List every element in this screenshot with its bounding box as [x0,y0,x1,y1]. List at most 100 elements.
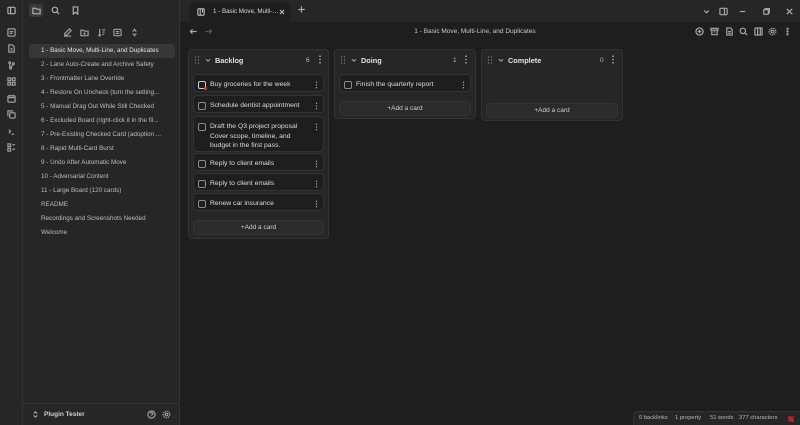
file-item[interactable]: 1 - Basic Move, Multi-Line, and Duplicat… [29,44,175,58]
vault-name[interactable]: Plugin Tester [44,411,85,418]
lane-header: Complete 0 [482,50,622,70]
card-menu-icon[interactable] [314,81,319,91]
lane-doing: Doing 1 Finish the quarterly report +Add… [334,49,476,119]
settings-gear-icon[interactable] [161,409,172,420]
chevron-down-icon[interactable] [350,56,358,66]
kanban-card[interactable]: Draft the Q3 project proposal Cover scop… [193,116,324,152]
lane-title[interactable]: Complete [508,56,541,65]
lane-header: Doing 1 [335,50,475,70]
chevron-down-icon[interactable] [204,56,212,66]
card-menu-icon[interactable] [314,123,319,133]
copy-icon[interactable] [6,109,17,120]
file-item[interactable]: 2 - Lane Auto-Create and Archive Safety [29,58,175,72]
calendar-icon[interactable] [6,93,17,104]
card-checkbox[interactable] [198,200,206,208]
file-item[interactable]: 5 - Manual Drag Out While Still Checked [29,100,175,114]
properties-count[interactable]: 1 property [675,415,701,421]
expand-icon[interactable] [129,27,140,38]
bookmark-icon[interactable] [68,4,82,17]
close-window-icon[interactable] [783,5,795,17]
kanban-card[interactable]: Schedule dentist appointment [193,95,324,113]
branch-icon[interactable] [6,60,17,71]
lane-menu-icon[interactable] [463,55,469,66]
lane-backlog: Backlog 6 Buy groceries for the week Sch… [188,49,329,239]
card-menu-icon[interactable] [314,160,319,170]
folder-icon[interactable] [29,4,43,17]
card-checkbox[interactable] [198,123,206,131]
card-text: Reply to client emails [210,180,275,187]
backlinks-count[interactable]: 0 backlinks [639,415,668,421]
lane-menu-icon[interactable] [317,55,323,66]
kanban-card[interactable]: Renew car insurance [193,193,324,211]
notes-icon[interactable] [6,43,17,54]
chevron-up-down-icon[interactable] [31,410,40,421]
drag-handle-icon[interactable] [487,56,493,64]
add-card-button[interactable]: +Add a card [193,220,324,235]
card-menu-icon[interactable] [314,180,319,190]
search-icon[interactable] [48,4,62,17]
sync-status-icon[interactable] [787,415,795,425]
tab-active[interactable]: 1 - Basic Move, Multi-Line, and Duplicat… [190,3,290,22]
file-item[interactable]: 7 - Pre-Existing Checked Card (adoption … [29,128,175,142]
file-item[interactable]: Recordings and Screenshots Needed [29,212,175,226]
add-lane-icon[interactable] [694,26,705,37]
sidebar-right-toggle-icon[interactable] [717,5,729,17]
search-board-icon[interactable] [738,26,749,37]
word-count: 51 words [710,415,734,421]
kanban-card[interactable]: Reply to client emails [193,173,324,191]
card-menu-icon[interactable] [314,102,319,112]
new-tab-icon[interactable] [297,5,306,16]
drag-handle-icon[interactable] [194,56,200,64]
kanban-card[interactable]: Reply to client emails [193,153,324,171]
help-icon[interactable] [146,409,157,420]
more-options-icon[interactable] [782,26,793,37]
card-checkbox[interactable] [198,160,206,168]
terminal-icon[interactable] [6,126,17,137]
lane-menu-icon[interactable] [610,55,616,66]
lane-title[interactable]: Backlog [215,56,243,65]
card-checkbox[interactable] [198,102,206,110]
minimize-icon[interactable] [736,5,748,17]
collapse-all-icon[interactable] [112,27,123,38]
add-card-button[interactable]: +Add a card [486,103,618,118]
kanban-card[interactable]: Buy groceries for the week [193,74,324,92]
vault-switcher[interactable]: Plugin Tester [23,403,180,425]
new-folder-icon[interactable] [79,27,90,38]
blocks-icon[interactable] [6,76,17,87]
card-checkbox[interactable] [344,81,352,89]
card-checkbox[interactable] [198,81,207,90]
file-item[interactable]: Welcome [29,226,175,240]
close-icon[interactable] [278,8,286,18]
file-item[interactable]: 10 - Adversarial Content [29,170,175,184]
sort-icon[interactable] [96,27,107,38]
board-view-icon[interactable] [753,26,764,37]
new-note-icon[interactable] [62,27,73,38]
file-item[interactable]: 6 - Excluded Board (right-click it in th… [29,114,175,128]
drag-handle-icon[interactable] [340,56,346,64]
list-icon[interactable] [6,142,17,153]
file-item[interactable]: 11 - Large Board (120 cards) [29,184,175,198]
card-menu-icon[interactable] [461,81,466,91]
kanban-card[interactable]: Finish the quarterly report [339,74,471,92]
file-item[interactable]: 4 - Restore On Uncheck (turn the setting… [29,86,175,100]
chevron-down-icon[interactable] [700,5,712,17]
add-card-button[interactable]: +Add a card [339,101,471,116]
card-checkbox[interactable] [198,180,206,188]
sidebar-toggle-icon[interactable] [4,4,18,17]
open-as-markdown-icon[interactable] [724,26,735,37]
view-title: 1 - Basic Move, Multi-Line, and Duplicat… [414,28,536,35]
forward-arrow-icon[interactable] [203,26,214,37]
card-menu-icon[interactable] [314,200,319,210]
board-settings-icon[interactable] [767,26,778,37]
view-header: 1 - Basic Move, Multi-Line, and Duplicat… [180,22,800,42]
back-arrow-icon[interactable] [188,26,199,37]
chevron-down-icon[interactable] [497,56,505,66]
maximize-icon[interactable] [760,5,772,17]
file-item[interactable]: 9 - Undo After Automatic Move [29,156,175,170]
file-item[interactable]: 8 - Rapid Multi-Card Burst [29,142,175,156]
archive-icon[interactable] [709,26,720,37]
file-item[interactable]: 3 - Frontmatter Lane Override [29,72,175,86]
graph-icon[interactable] [6,27,17,38]
lane-title[interactable]: Doing [361,56,382,65]
file-item[interactable]: README [29,198,175,212]
